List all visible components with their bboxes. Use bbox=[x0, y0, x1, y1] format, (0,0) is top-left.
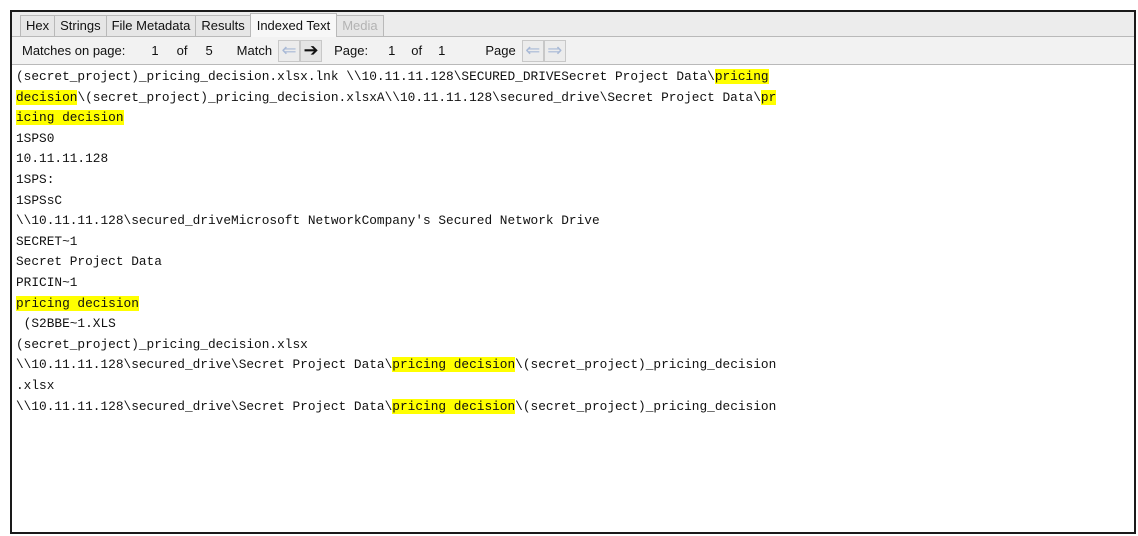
text-segment: \\10.11.11.128\secured_driveMicrosoft Ne… bbox=[16, 213, 600, 229]
text-segment: (secret_project)_pricing_decision.xlsx.l… bbox=[16, 69, 715, 84]
tab-strings[interactable]: Strings bbox=[54, 15, 107, 36]
search-hit-highlight: pricing decision bbox=[392, 357, 516, 373]
text-line: 10.11.11.128 bbox=[16, 149, 1134, 170]
text-segment: (S2BBE~1.XLS bbox=[16, 316, 116, 332]
text-line: PRICIN~1 bbox=[16, 273, 1134, 294]
tab-results[interactable]: Results bbox=[195, 15, 251, 36]
page-nav-label: Page bbox=[485, 43, 516, 58]
text-segment: Secret Project Data bbox=[16, 254, 162, 270]
current-page-number: 1 bbox=[388, 43, 396, 58]
total-pages-number: 1 bbox=[438, 43, 446, 58]
matches-on-page-label: Matches on page: bbox=[22, 43, 126, 58]
page-of-label: of bbox=[411, 43, 423, 58]
text-line: \\10.11.11.128\secured_drive\Secret Proj… bbox=[16, 397, 1134, 418]
total-matches-number: 5 bbox=[205, 43, 213, 58]
current-match-number: 1 bbox=[151, 43, 159, 58]
previous-page-button[interactable]: ⇐ bbox=[521, 39, 544, 62]
text-line: .xlsx bbox=[16, 376, 1134, 397]
text-segment: \(secret_project)_pricing_decision.xlsxA… bbox=[77, 89, 761, 105]
text-segment: 1SPS: bbox=[16, 171, 55, 187]
tab-media: Media bbox=[336, 15, 384, 36]
next-match-button[interactable]: ➔ bbox=[300, 39, 323, 62]
search-hit-highlight: icing decision bbox=[16, 110, 124, 126]
text-segment: SECRET~1 bbox=[16, 233, 78, 249]
text-line: (S2BBE~1.XLS bbox=[16, 314, 1134, 335]
text-segment: 1SPSsC bbox=[16, 192, 63, 208]
text-segment: .xlsx bbox=[16, 377, 55, 393]
next-page-button[interactable]: ⇒ bbox=[543, 39, 566, 62]
indexed-text-viewer: Hex Strings File Metadata Results Indexe… bbox=[10, 10, 1136, 534]
text-line: 1SPS: bbox=[16, 170, 1134, 191]
previous-match-button[interactable]: ⇐ bbox=[278, 39, 301, 62]
text-line: (secret_project)_pricing_decision.xlsx bbox=[16, 335, 1134, 356]
arrow-right-icon: ⇒ bbox=[547, 40, 563, 60]
text-segment: \(secret_project)_pricing_decision bbox=[515, 357, 777, 373]
page-label: Page: bbox=[334, 43, 369, 58]
text-segment: \\10.11.11.128\secured_drive\Secret Proj… bbox=[16, 357, 393, 373]
match-nav-buttons: ⇐ ➔ bbox=[278, 39, 323, 62]
indexed-text-content[interactable]: (secret_project)_pricing_decision.xlsx.l… bbox=[12, 65, 1134, 417]
match-label: Match bbox=[236, 43, 273, 58]
tab-hex[interactable]: Hex bbox=[20, 15, 56, 36]
page-nav-buttons: ⇐ ⇒ bbox=[521, 39, 566, 62]
search-hit-highlight: pricing decision bbox=[392, 398, 516, 414]
search-hit-highlight: decision bbox=[16, 89, 78, 105]
text-segment: \\10.11.11.128\secured_drive\Secret Proj… bbox=[16, 398, 393, 414]
text-segment: 1SPS0 bbox=[16, 130, 55, 146]
text-line: (secret_project)_pricing_decision.xlsx.l… bbox=[16, 67, 1134, 88]
arrow-left-icon: ⇐ bbox=[525, 40, 541, 60]
text-segment: 10.11.11.128 bbox=[16, 151, 109, 167]
text-segment: (secret_project)_pricing_decision.xlsx bbox=[16, 336, 308, 352]
text-segment: PRICIN~1 bbox=[16, 274, 78, 290]
tab-indexed-text[interactable]: Indexed Text bbox=[249, 13, 338, 37]
text-line: \\10.11.11.128\secured_driveMicrosoft Ne… bbox=[16, 211, 1134, 232]
match-of-label: of bbox=[176, 43, 188, 58]
text-segment: \(secret_project)_pricing_decision bbox=[515, 398, 777, 414]
arrow-left-icon: ⇐ bbox=[281, 40, 297, 60]
search-hit-highlight: pr bbox=[760, 89, 777, 105]
text-line: decision\(secret_project)_pricing_decisi… bbox=[16, 88, 1134, 109]
search-hit-highlight: pricing bbox=[714, 69, 769, 84]
viewer-tab-bar: Hex Strings File Metadata Results Indexe… bbox=[12, 12, 1134, 37]
tab-file-metadata[interactable]: File Metadata bbox=[105, 15, 197, 36]
text-line: \\10.11.11.128\secured_drive\Secret Proj… bbox=[16, 355, 1134, 376]
match-navigation-toolbar: Matches on page: 1 of 5 Match ⇐ ➔ Page: … bbox=[12, 37, 1134, 65]
search-hit-highlight: pricing decision bbox=[16, 295, 139, 311]
text-line: pricing decision bbox=[16, 294, 1134, 315]
arrow-right-icon: ➔ bbox=[303, 40, 319, 60]
text-line: icing decision bbox=[16, 108, 1134, 129]
text-line: 1SPSsC bbox=[16, 191, 1134, 212]
text-line: 1SPS0 bbox=[16, 129, 1134, 150]
text-line: Secret Project Data bbox=[16, 252, 1134, 273]
text-line: SECRET~1 bbox=[16, 232, 1134, 253]
